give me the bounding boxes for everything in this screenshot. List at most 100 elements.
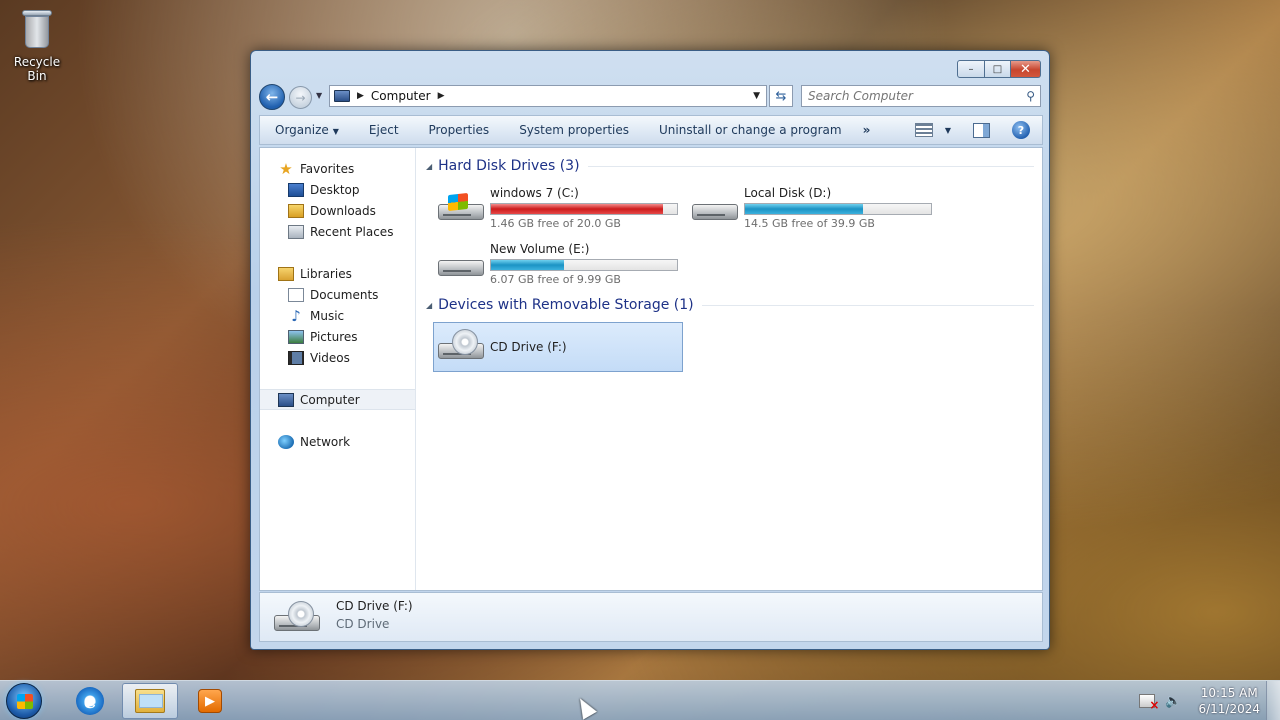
action-center-icon[interactable] [1138, 692, 1159, 712]
breadcrumb-computer[interactable]: Computer [371, 89, 431, 103]
nav-recent-places-label: Recent Places [310, 224, 394, 239]
nav-libraries[interactable]: Libraries [260, 263, 415, 284]
drive-item[interactable]: New Volume (E:) 6.07 GB free of 9.99 GB [434, 240, 684, 290]
recent-pages-dropdown[interactable]: ▼ [316, 91, 322, 100]
close-button[interactable]: ✕ [1011, 60, 1041, 78]
windows-drive-icon [438, 192, 484, 224]
nav-documents[interactable]: Documents [260, 284, 415, 305]
hard-drive-icon [438, 250, 484, 280]
chevron-down-icon: ▼ [332, 127, 339, 136]
more-commands-button[interactable]: » [857, 123, 877, 137]
media-player-icon: ▶ [198, 689, 222, 713]
content-area: ★ Favorites Desktop Downloads Recent Plac… [259, 147, 1043, 591]
search-icon[interactable]: ⚲ [1026, 89, 1035, 103]
drive-name: Local Disk (D:) [744, 186, 832, 200]
volume-muted-icon[interactable]: 🔈 [1164, 692, 1182, 710]
nav-music-label: Music [310, 308, 345, 323]
nav-network[interactable]: Network [260, 431, 415, 452]
show-desktop-button[interactable] [1266, 681, 1280, 720]
clock[interactable]: 10:15 AM 6/11/2024 [1198, 685, 1260, 717]
nav-documents-label: Documents [310, 287, 379, 302]
group-hard-disk-drives[interactable]: ◢ Hard Disk Drives (3) [426, 158, 1034, 174]
taskbar: e ▶ 🔈 10:15 AM 6/11/2024 [0, 680, 1280, 720]
address-dropdown-icon[interactable]: ▼ [753, 91, 760, 101]
system-properties-button[interactable]: System properties [504, 123, 644, 137]
downloads-folder-icon [288, 203, 304, 218]
address-bar[interactable]: ▶ Computer ▶ ▼ [329, 85, 767, 107]
libraries-icon [278, 266, 294, 281]
drive-name: New Volume (E:) [490, 242, 590, 256]
star-icon: ★ [279, 159, 293, 178]
cd-drive-icon [438, 329, 484, 363]
properties-button[interactable]: Properties [414, 123, 505, 137]
drive-usage-bar [744, 203, 932, 215]
drive-name: windows 7 (C:) [490, 186, 579, 200]
drive-usage-fill [491, 260, 564, 270]
taskbar-windows-explorer[interactable] [122, 683, 178, 719]
nav-computer[interactable]: Computer [260, 389, 415, 410]
uninstall-program-button[interactable]: Uninstall or change a program [644, 123, 857, 137]
maximize-button[interactable]: □ [985, 60, 1011, 78]
nav-pictures-label: Pictures [310, 329, 358, 344]
cd-drive-icon [274, 601, 324, 637]
group-removable-storage[interactable]: ◢ Devices with Removable Storage (1) [426, 297, 1034, 313]
refresh-icon: ⇆ [775, 88, 787, 104]
nav-videos[interactable]: Videos [260, 347, 415, 368]
search-input[interactable] [802, 86, 1012, 106]
change-view-icon[interactable] [914, 123, 933, 137]
breadcrumb-chevron-icon[interactable]: ▶ [438, 91, 445, 101]
drive-item[interactable]: windows 7 (C:) 1.46 GB free of 20.0 GB [434, 184, 684, 234]
nav-music[interactable]: ♪ Music [260, 305, 415, 326]
recycle-bin-label: Recycle Bin [13, 55, 61, 83]
collapse-triangle-icon: ◢ [426, 161, 433, 171]
group-title: Devices with Removable Storage (1) [438, 297, 694, 313]
recent-places-icon [288, 224, 304, 239]
nav-videos-label: Videos [310, 350, 350, 365]
drive-item[interactable]: Local Disk (D:) 14.5 GB free of 39.9 GB [688, 184, 938, 234]
nav-downloads[interactable]: Downloads [260, 200, 415, 221]
nav-favorites-label: Favorites [300, 161, 355, 176]
clock-time: 10:15 AM [1200, 686, 1258, 700]
drive-usage-bar [490, 203, 678, 215]
organize-button[interactable]: Organize ▼ [260, 123, 354, 137]
refresh-button[interactable]: ⇆ [769, 85, 793, 107]
caption-buttons: – □ ✕ [957, 60, 1041, 78]
group-title: Hard Disk Drives (3) [438, 158, 580, 174]
drive-free-space: 14.5 GB free of 39.9 GB [744, 217, 875, 230]
drive-usage-fill [491, 204, 664, 214]
preview-pane-icon[interactable] [973, 122, 990, 138]
documents-icon [288, 287, 304, 302]
music-note-icon: ♪ [291, 306, 301, 325]
hard-drive-icon [692, 194, 738, 224]
navigation-pane: ★ Favorites Desktop Downloads Recent Plac… [260, 148, 416, 590]
explorer-window: – □ ✕ ← → ▼ ▶ Computer ▶ ▼ ⇆ ⚲ Organize▼… [250, 50, 1050, 650]
view-dropdown-icon[interactable]: ▼ [939, 126, 957, 135]
search-box[interactable]: ⚲ [801, 85, 1041, 107]
windows-logo-icon [17, 694, 33, 709]
taskbar-internet-explorer[interactable]: e [62, 683, 118, 719]
drive-name: CD Drive (F:) [490, 340, 567, 354]
eject-button[interactable]: Eject [354, 123, 414, 137]
help-icon[interactable]: ? [1012, 121, 1030, 139]
breadcrumb-chevron-icon[interactable]: ▶ [357, 91, 364, 101]
minimize-button[interactable]: – [957, 60, 985, 78]
forward-button[interactable]: → [289, 86, 312, 109]
nav-recent-places[interactable]: Recent Places [260, 221, 415, 242]
nav-favorites[interactable]: ★ Favorites [260, 158, 415, 179]
folder-icon [135, 689, 165, 713]
drive-usage-bar [490, 259, 678, 271]
taskbar-media-player[interactable]: ▶ [182, 683, 238, 719]
nav-desktop[interactable]: Desktop [260, 179, 415, 200]
details-subtitle: CD Drive [336, 617, 390, 631]
drive-item-cd-selected[interactable]: CD Drive (F:) [433, 322, 683, 372]
pictures-icon [288, 329, 304, 344]
back-button[interactable]: ← [259, 84, 285, 110]
drive-free-space: 6.07 GB free of 9.99 GB [490, 273, 621, 286]
computer-icon [278, 392, 294, 407]
nav-pictures[interactable]: Pictures [260, 326, 415, 347]
recycle-bin-desktop-icon[interactable]: Recycle Bin [4, 6, 70, 83]
start-button[interactable] [6, 683, 42, 719]
recycle-bin-icon [20, 6, 54, 50]
internet-explorer-icon: e [76, 687, 104, 715]
desktop-icon [288, 182, 304, 197]
